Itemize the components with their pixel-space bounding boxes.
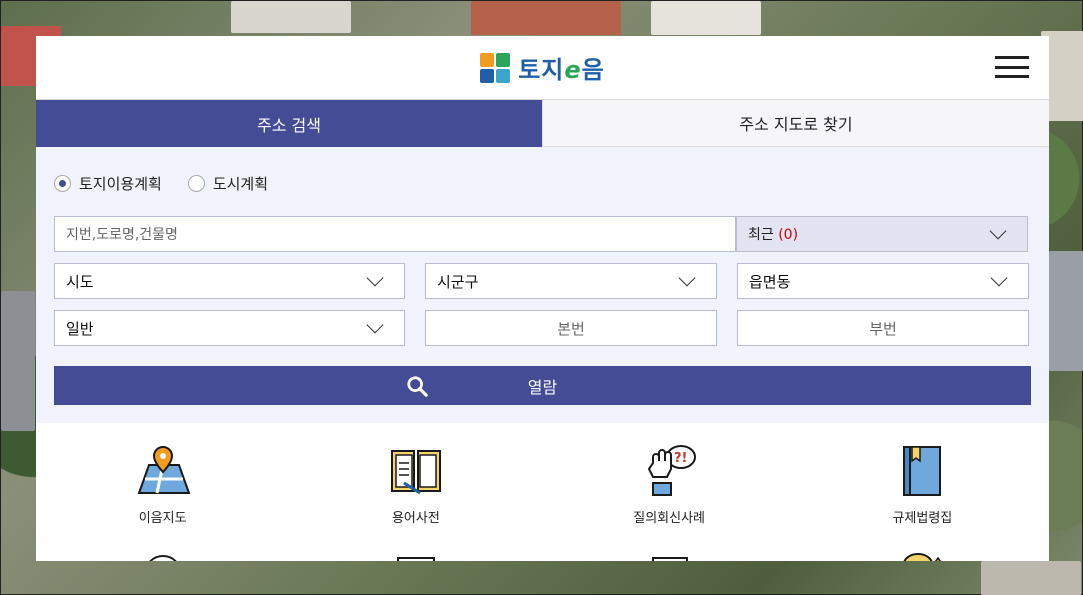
radio-unchecked-icon [187,175,205,192]
chevron-down-icon [678,269,696,287]
chevron-down-icon [366,269,384,287]
sub-number-input[interactable]: 부번 [737,310,1029,346]
logo[interactable]: 토지e음 [480,50,605,85]
map-pin-icon [137,445,191,494]
chevron-down-icon [989,222,1007,240]
bg-house [231,1,351,33]
logo-mark-icon [480,52,511,83]
bg-house [1049,251,1083,371]
chevron-down-icon [366,316,384,334]
menu-item-qa-cases[interactable]: ?! 질의회신사례 [559,443,779,526]
menu-item-regulation-laws[interactable]: 규제법령집 [812,443,1032,526]
svg-text:?!: ?! [674,451,687,466]
chart-board-icon [396,557,435,561]
chevron-down-icon [990,269,1008,287]
radio-urban-plan[interactable]: 도시계획 [187,173,268,194]
radio-checked-icon [54,175,71,192]
tab-map-search[interactable]: 주소 지도로 찾기 [542,100,1049,147]
view-button[interactable]: 열람 [54,366,1031,405]
menu-item-eum-map[interactable]: 이음지도 [53,443,273,526]
law-book-icon [903,446,942,496]
bg-house [1,291,35,431]
plan-type-radios: 토지이용계획 도시계획 [54,173,1031,194]
recent-dropdown[interactable]: 최근 (0) [736,216,1028,252]
header: 토지e음 [36,36,1049,100]
menu-item-glossary[interactable]: 용어사전 [306,443,526,526]
circle-icon [148,555,177,561]
quick-menu: 이음지도 용어사전 ?! 질의회신사례 규제법령집 [36,423,1049,526]
search-icon [407,376,428,397]
eupmyeondong-select[interactable]: 읍면동 [737,263,1029,299]
recent-label: 최근 (0) [748,227,799,243]
question-hand-icon: ?! [647,445,697,496]
address-search-input[interactable]: 지번,도로명,건물명 [54,216,736,252]
land-type-select[interactable]: 일반 [54,310,405,346]
chat-bubble-icon [903,553,942,561]
tab-address-search[interactable]: 주소 검색 [36,100,542,147]
bg-house [981,561,1081,595]
radio-land-use[interactable]: 토지이용계획 [54,173,162,194]
search-area: 토지이용계획 도시계획 지번,도로명,건물명 최근 (0) 시도 시군구 읍면동… [36,147,1049,423]
main-number-input[interactable]: 본번 [425,310,717,346]
sigungu-select[interactable]: 시군구 [425,263,717,299]
hamburger-menu-icon[interactable] [995,56,1029,78]
bg-house [471,1,621,35]
book-icon [390,450,441,495]
quick-menu-row2 [36,526,1049,561]
logo-text: 토지e음 [518,56,605,84]
main-card: 토지e음 주소 검색 주소 지도로 찾기 토지이용계획 도시계획 지번,도로명,… [36,36,1049,561]
search-tabs: 주소 검색 주소 지도로 찾기 [36,100,1049,147]
sido-select[interactable]: 시도 [54,263,405,299]
bg-house [651,1,761,35]
document-icon [652,557,689,561]
